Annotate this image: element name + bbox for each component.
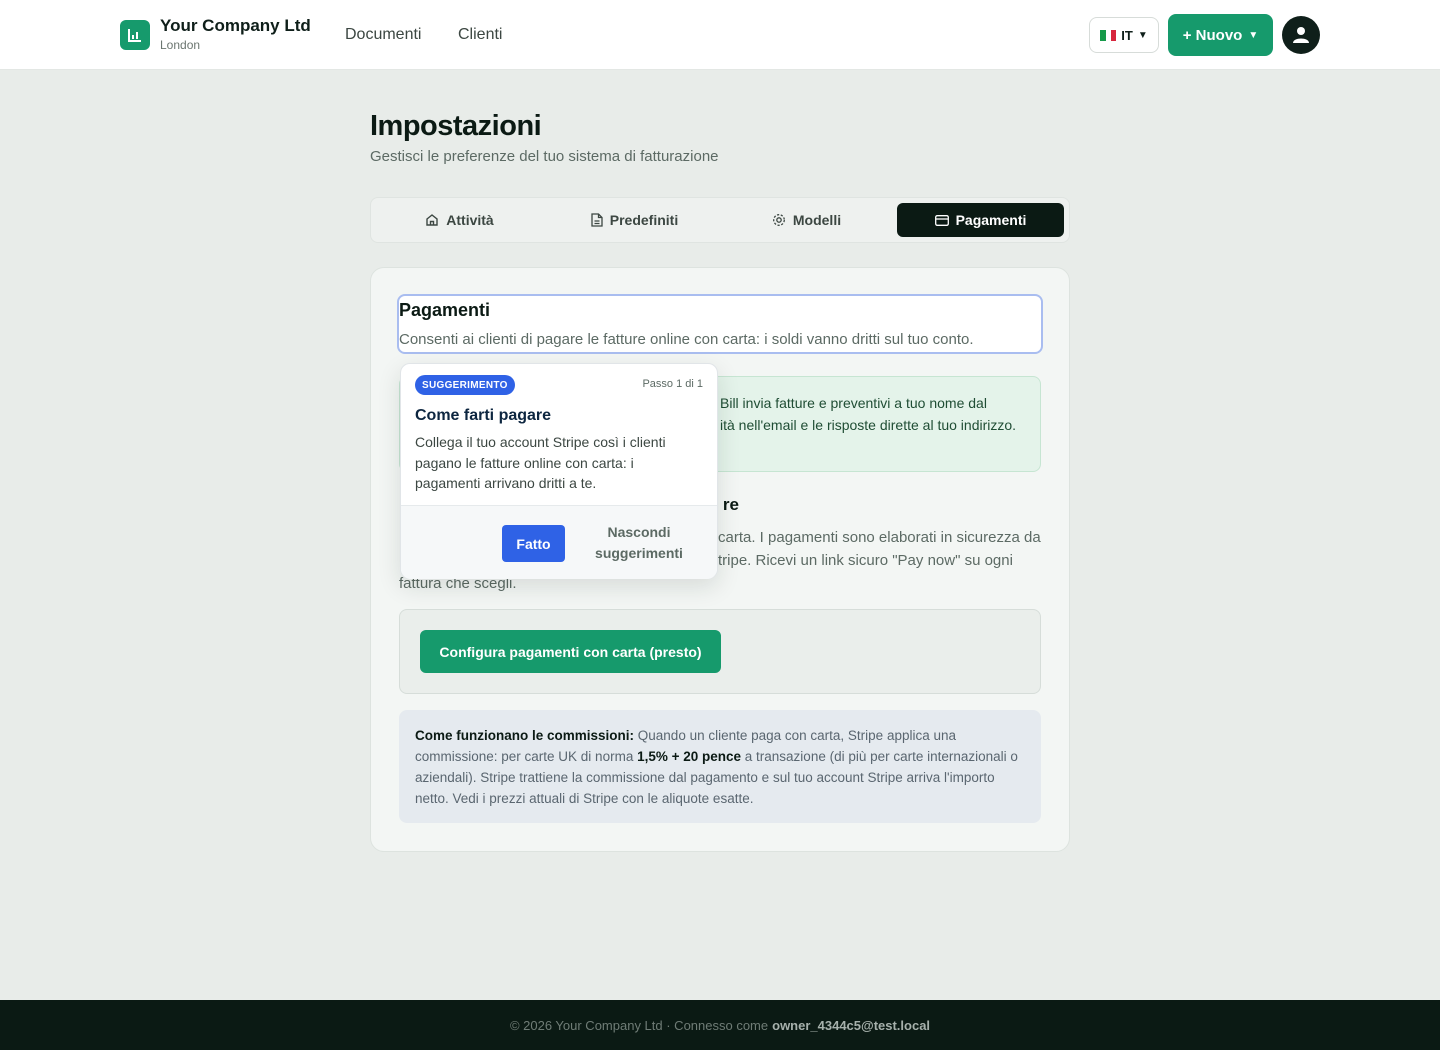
settings-tabs: Attività Predefiniti Modelli Pagamenti	[370, 197, 1070, 243]
tip-step-counter: Passo 1 di 1	[642, 378, 703, 390]
top-header: Your Company Ltd London Documenti Client…	[0, 0, 1440, 70]
language-label: IT	[1121, 27, 1133, 43]
language-selector[interactable]: IT ▼	[1089, 17, 1159, 53]
tip-body: Collega il tuo account Stripe così i cli…	[415, 434, 666, 491]
fees-label: Come funzionano le commissioni:	[415, 728, 635, 743]
company-name[interactable]: Your Company Ltd	[160, 16, 311, 36]
chevron-down-icon: ▼	[1137, 29, 1148, 41]
page-title: Impostazioni	[370, 110, 542, 142]
card-icon	[934, 214, 949, 226]
gear-icon	[772, 214, 785, 226]
page-footer: © 2026 Your Company Ltd · Connesso come …	[0, 1000, 1440, 1050]
tip-popover: SUGGERIMENTO Passo 1 di 1 Come farti pag…	[400, 363, 718, 579]
tab-label: Predefiniti	[609, 212, 679, 228]
fees-info-box: Come funzionano le commissioni: Quando u…	[399, 710, 1041, 823]
user-avatar[interactable]	[1282, 16, 1320, 54]
tab-attivita[interactable]: Attività	[376, 203, 543, 237]
new-document-button[interactable]: + Nuovo ▼	[1168, 14, 1273, 56]
tip-done-button[interactable]: Fatto	[502, 525, 565, 562]
italy-flag-icon	[1100, 29, 1117, 41]
section-description: Consenti ai clienti di pagare le fatture…	[399, 331, 974, 348]
user-icon	[1293, 27, 1309, 43]
tab-label: Modelli	[792, 212, 842, 228]
configure-card-payments-button[interactable]: Configura pagamenti con carta (presto)	[420, 630, 721, 673]
page-subtitle: Gestisci le preferenze del tuo sistema d…	[370, 148, 719, 165]
company-city: London	[160, 38, 201, 52]
info-notice-text: Bill invia fatture e preventivi a tuo no…	[720, 395, 1017, 433]
footer-user-email: owner_4344c5@test.local	[772, 1017, 931, 1033]
tip-badge: SUGGERIMENTO	[415, 375, 515, 395]
fees-rate: 1,5% + 20 pence	[637, 749, 742, 764]
tab-label: Attività	[446, 212, 494, 228]
tab-modelli[interactable]: Modelli	[723, 203, 890, 237]
nav-clienti[interactable]: Clienti	[458, 26, 502, 44]
tab-pagamenti[interactable]: Pagamenti	[897, 203, 1064, 237]
nav-documenti[interactable]: Documenti	[345, 26, 421, 44]
section-title: Pagamenti	[399, 300, 491, 320]
tip-title: Come farti pagare	[415, 407, 552, 424]
footer-text: © 2026 Your Company Ltd · Connesso come	[509, 1017, 769, 1033]
hide-tips-button[interactable]: Nascondi suggerimenti	[583, 522, 695, 564]
chevron-down-icon: ▼	[1248, 29, 1259, 41]
tab-predefiniti[interactable]: Predefiniti	[551, 203, 718, 237]
home-icon	[426, 214, 438, 226]
new-button-label: + Nuovo	[1182, 26, 1243, 44]
tab-label: Pagamenti	[955, 212, 1027, 228]
document-icon	[591, 213, 603, 227]
company-logo-icon[interactable]	[120, 20, 150, 50]
